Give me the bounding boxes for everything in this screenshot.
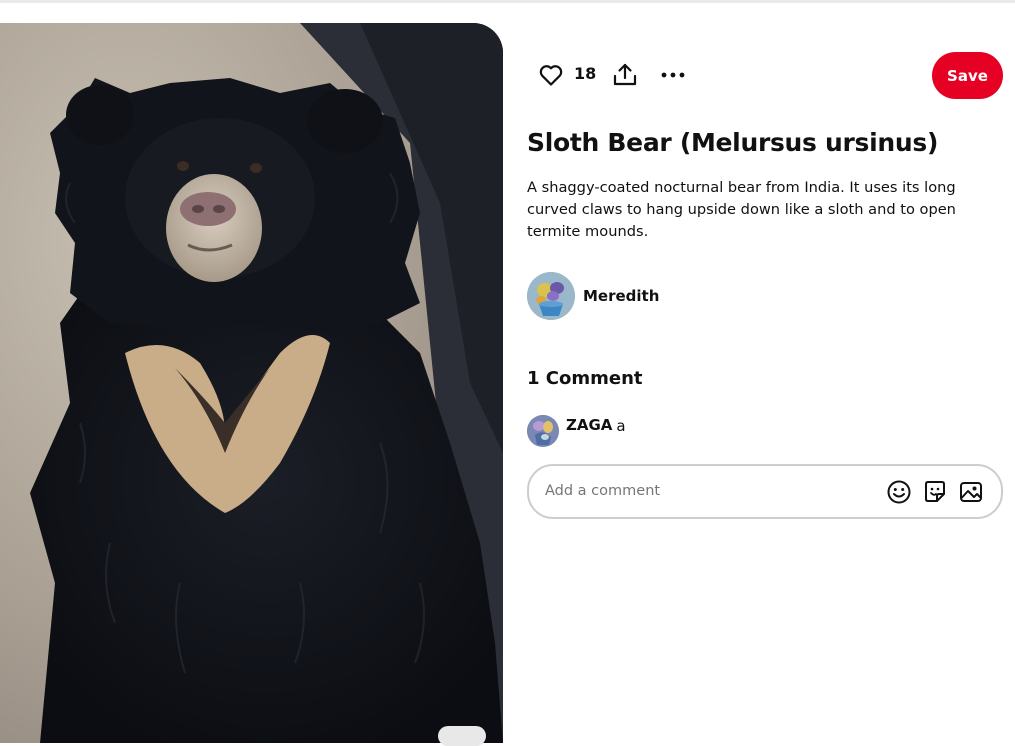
comment-text: a	[616, 417, 626, 435]
pin-title: Sloth Bear (Melursus ursinus)	[527, 128, 939, 157]
comment-item: ZAGA a	[527, 415, 626, 447]
creator-profile[interactable]: Meredith	[527, 272, 659, 320]
action-bar: 18 Save	[527, 52, 1003, 99]
like-count: 18	[574, 64, 597, 83]
creator-avatar[interactable]	[527, 272, 575, 320]
sloth-bear-photo	[0, 23, 503, 743]
commenter-avatar[interactable]	[527, 415, 559, 447]
comment-input[interactable]	[545, 479, 875, 503]
share-upload-icon[interactable]	[607, 57, 643, 93]
save-button[interactable]: Save	[932, 52, 1003, 99]
pin-description: A shaggy-coated nocturnal bear from Indi…	[527, 179, 956, 240]
emoji-icon[interactable]	[886, 479, 912, 505]
heart-icon[interactable]	[533, 57, 569, 93]
top-divider	[0, 0, 1015, 3]
sticker-icon[interactable]	[922, 479, 948, 505]
image-upload-icon[interactable]	[958, 479, 984, 505]
comment-author[interactable]: ZAGA	[566, 416, 612, 434]
comments-heading: 1 Comment	[527, 368, 643, 389]
pin-image[interactable]	[0, 23, 503, 743]
creator-name[interactable]: Meredith	[583, 287, 659, 305]
comment-box	[527, 464, 1003, 519]
image-overlay-chip[interactable]	[438, 726, 486, 746]
more-dots-icon[interactable]	[655, 57, 691, 93]
